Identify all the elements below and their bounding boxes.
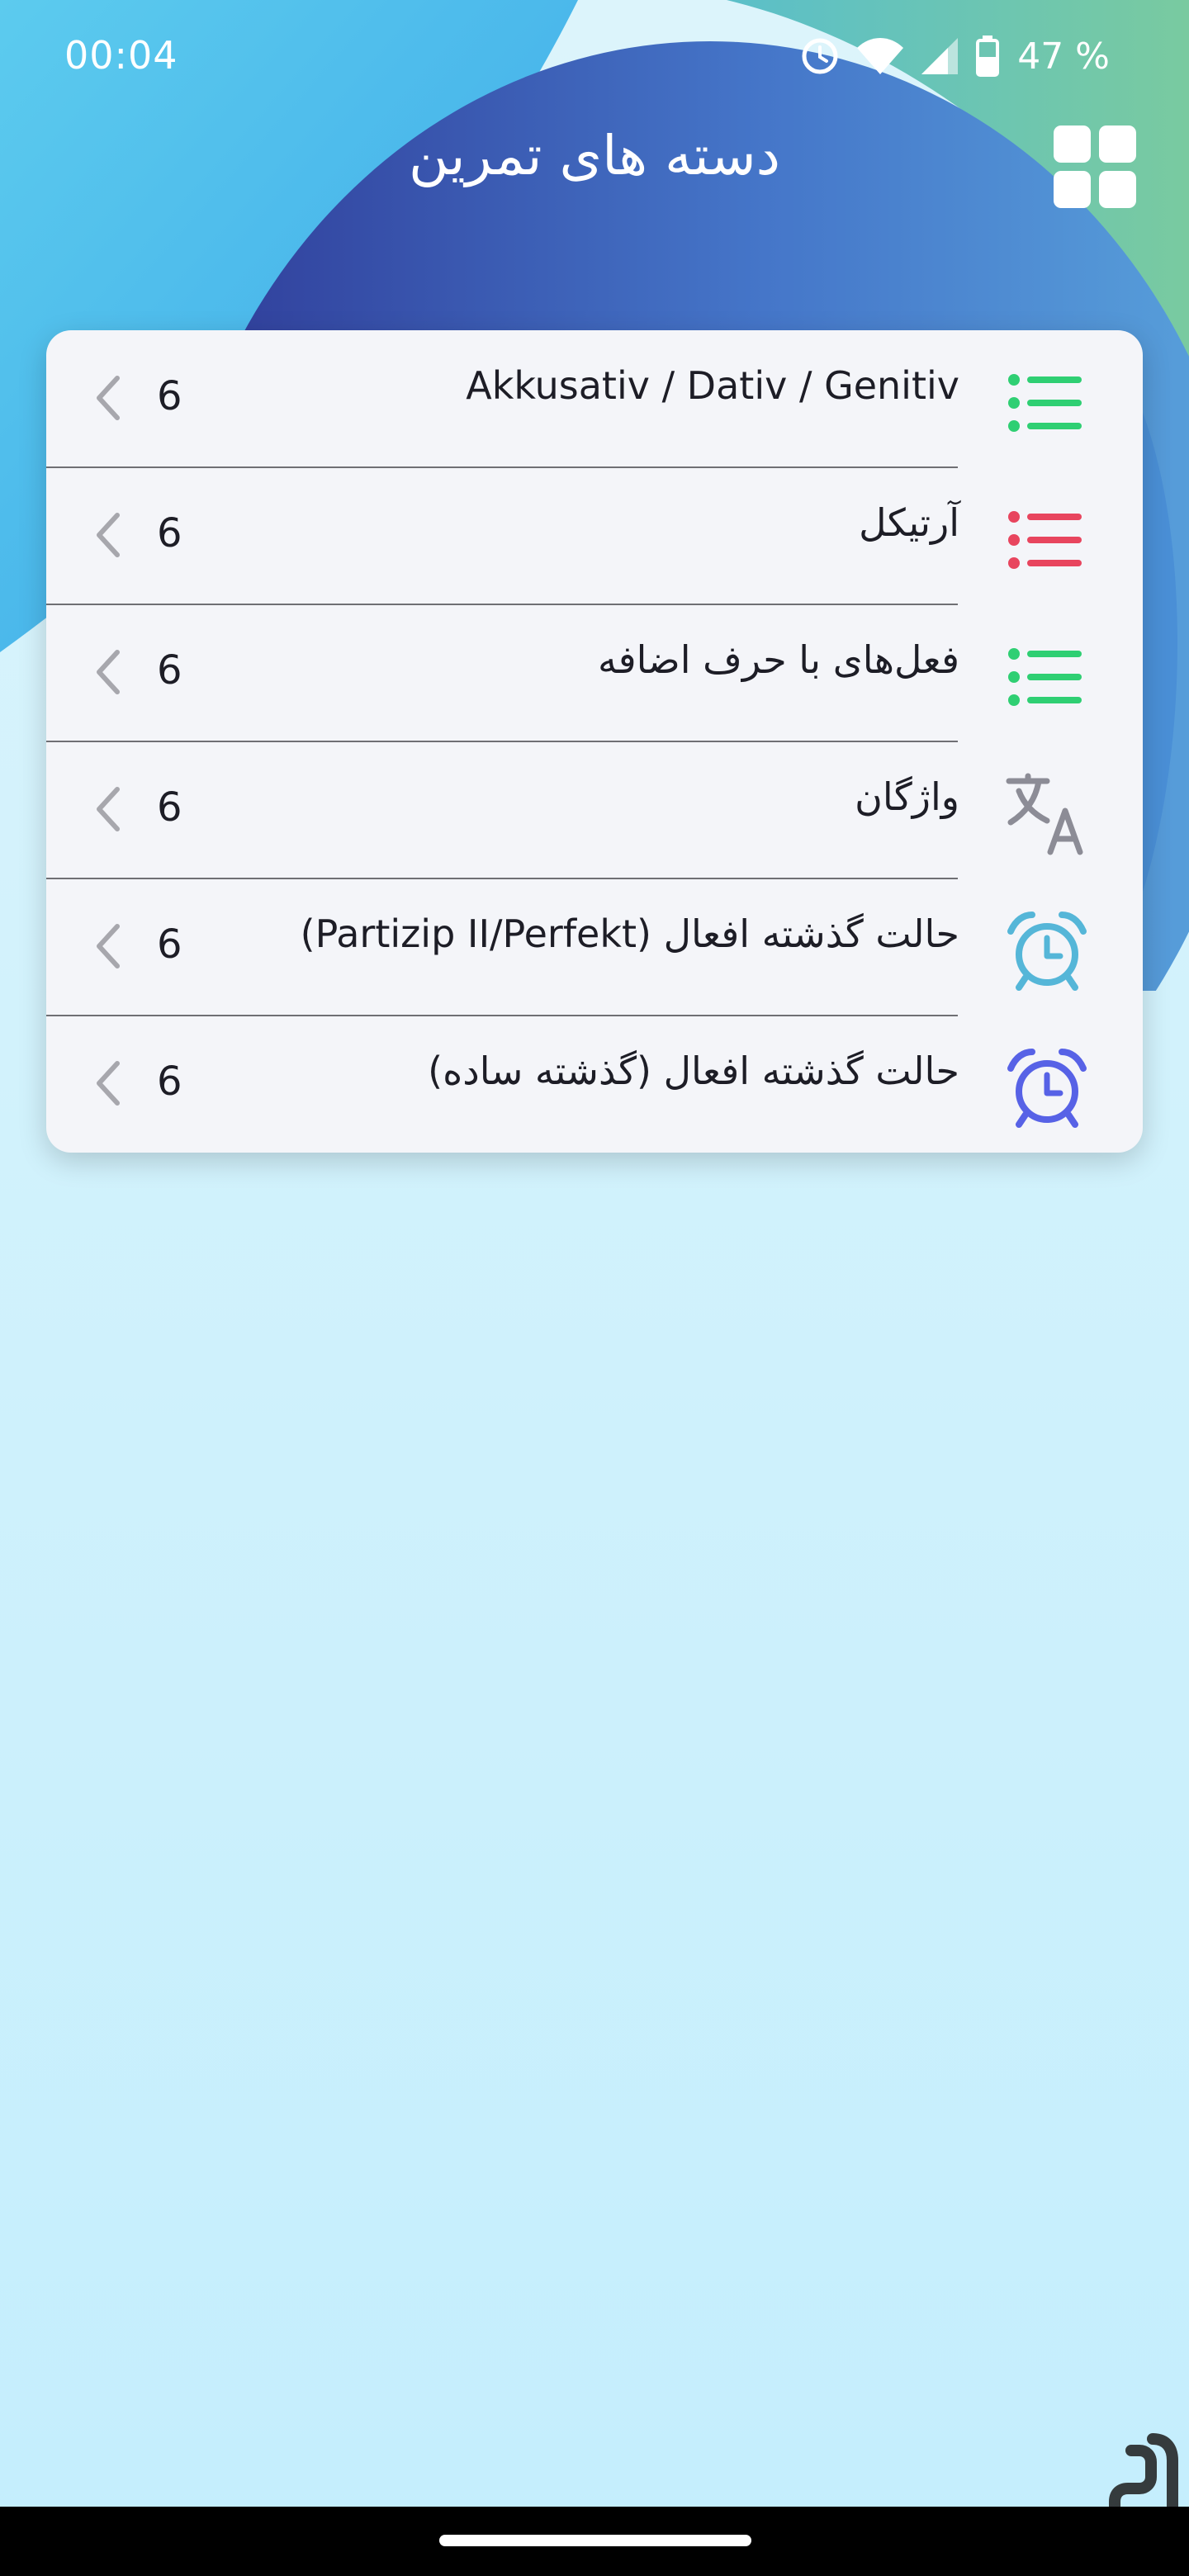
chevron-left-icon [97, 787, 120, 831]
category-count: 6 [157, 1058, 182, 1105]
category-row[interactable]: 6 واژگان [46, 741, 1143, 878]
chevron-left-icon [97, 513, 120, 557]
category-row[interactable]: 6 Akkusativ / Dativ / Genitiv [46, 330, 1143, 467]
category-label: Akkusativ / Dativ / Genitiv [466, 363, 959, 408]
category-count: 6 [157, 921, 182, 968]
category-row[interactable]: 6 حالت گذشته افعال (گذشته ساده) [46, 1016, 1143, 1153]
signal-icon [921, 38, 959, 74]
category-label: آرتیکل [859, 500, 959, 545]
category-row[interactable]: 6 حالت گذشته افعال (Partizip II/Perfekt) [46, 878, 1143, 1016]
category-count: 6 [157, 647, 182, 694]
category-label: حالت گذشته افعال (Partizip II/Perfekt) [300, 912, 959, 956]
category-label: واژگان [855, 774, 959, 819]
status-bar: 00:04 47 % [0, 0, 1189, 116]
categories-card: 6 Akkusativ / Dativ / Genitiv 6 آرتیکل 6… [46, 330, 1143, 1153]
category-label: فعل‌های با حرف اضافه [598, 637, 959, 682]
alarm-clock-icon [1007, 1049, 1087, 1128]
category-label: حالت گذشته افعال (گذشته ساده) [428, 1049, 959, 1093]
grid-icon[interactable] [1054, 125, 1136, 208]
home-gesture-pill[interactable] [439, 2535, 751, 2546]
translate-icon [1006, 773, 1083, 855]
list-icon [1008, 648, 1082, 706]
status-icons: 47 % [801, 35, 1110, 78]
category-count: 6 [157, 373, 182, 419]
status-time: 00:04 [64, 33, 178, 78]
list-icon [1008, 374, 1082, 432]
system-nav-bar [0, 2507, 1189, 2576]
wifi-icon [857, 38, 904, 74]
chevron-left-icon [97, 376, 120, 420]
page-title: دسته های تمرین [408, 124, 781, 187]
alarm-icon [802, 38, 838, 74]
category-row[interactable]: 6 فعل‌های با حرف اضافه [46, 604, 1143, 741]
chevron-left-icon [97, 1061, 120, 1106]
category-count: 6 [157, 510, 182, 556]
chevron-left-icon [97, 924, 120, 968]
battery-percentage: 47 % [1017, 35, 1110, 78]
category-count: 6 [157, 784, 182, 831]
list-icon [1008, 511, 1082, 569]
alarm-clock-icon [1007, 912, 1087, 991]
battery-icon [976, 36, 1000, 77]
category-row[interactable]: 6 آرتیکل [46, 467, 1143, 604]
chevron-left-icon [97, 650, 120, 694]
